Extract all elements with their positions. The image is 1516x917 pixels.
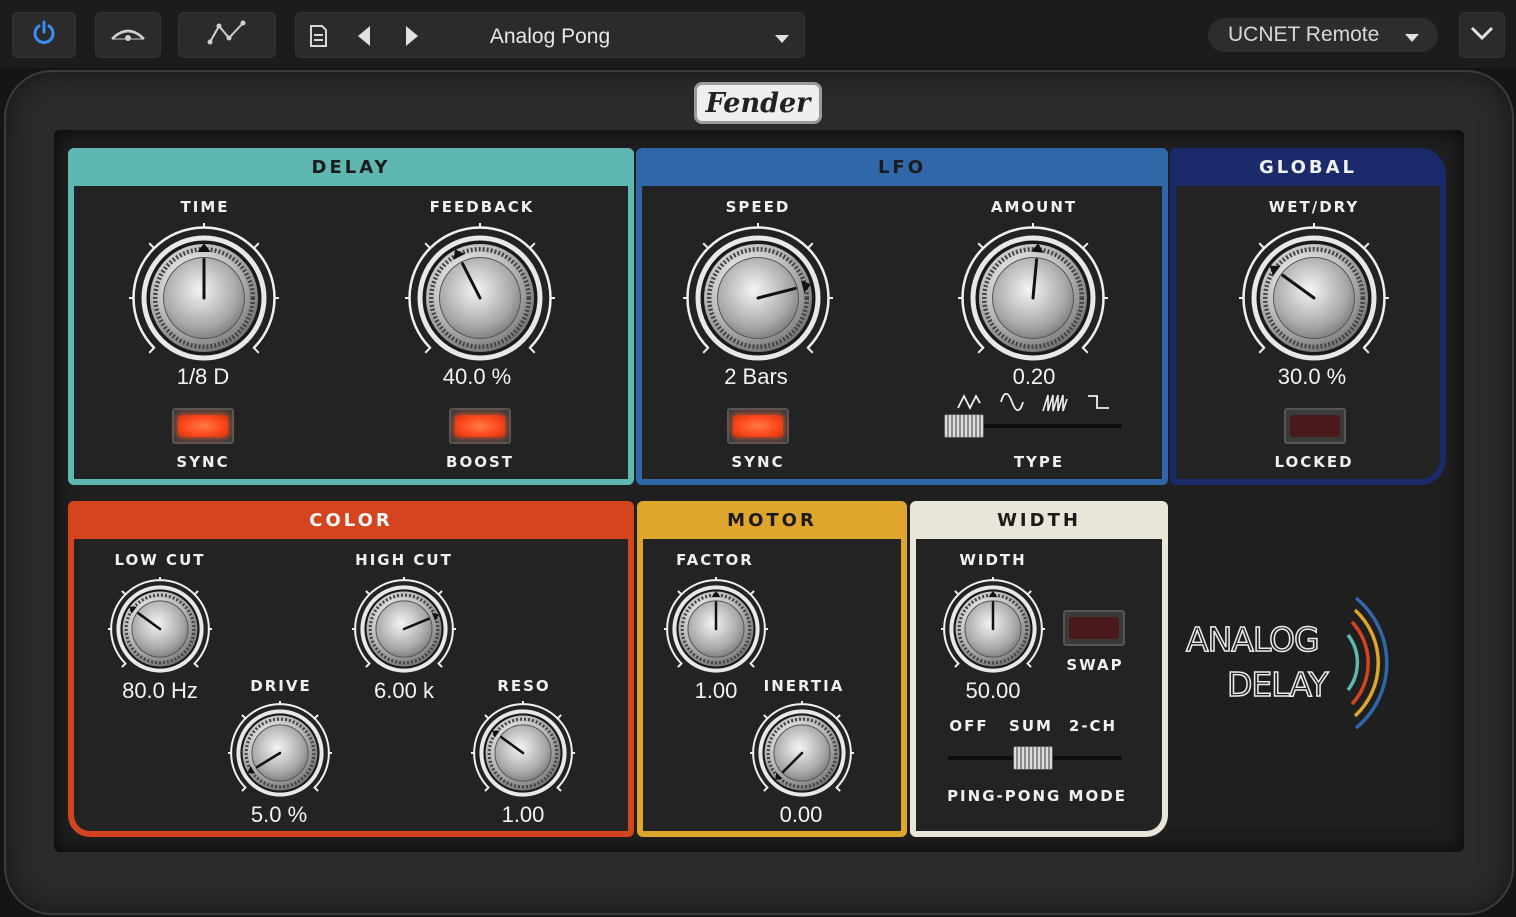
boost-toggle[interactable] [449, 408, 511, 444]
speed-label: SPEED [725, 198, 791, 216]
mode-option-off[interactable]: OFF [949, 717, 988, 735]
ping-pong-slider-thumb[interactable] [1013, 746, 1053, 770]
plugin-toolbar: Analog Pong UCNET Remote [0, 0, 1516, 68]
preset-selector[interactable]: Analog Pong [295, 12, 805, 58]
chevron-down-icon [1404, 30, 1420, 48]
triangle-wave-icon [957, 393, 981, 416]
factor-knob[interactable] [664, 577, 768, 681]
ping-pong-mode-label: PING-PONG MODE [947, 787, 1127, 805]
fender-badge: Fender [694, 82, 822, 124]
bypass-icon [110, 23, 146, 48]
factor-value: 1.00 [694, 678, 738, 703]
analog-delay-logo: ANALOG DELAY [1180, 580, 1450, 740]
time-knob[interactable] [129, 223, 279, 373]
locked-label: LOCKED [1274, 453, 1354, 471]
lfo-sync-label: SYNC [731, 453, 785, 471]
reso-knob[interactable] [471, 701, 575, 805]
logo-line1: ANALOG [1185, 619, 1320, 660]
drive-label: DRIVE [250, 677, 312, 695]
wet-dry-knob[interactable] [1239, 223, 1389, 373]
low-cut-label: LOW CUT [114, 551, 206, 569]
inertia-value: 0.00 [779, 802, 823, 827]
lfo-type-slider-thumb[interactable] [944, 414, 984, 438]
locked-toggle[interactable] [1284, 408, 1346, 444]
inertia-label: INERTIA [763, 677, 845, 695]
expand-button[interactable] [1459, 12, 1505, 58]
speed-knob[interactable] [683, 223, 833, 373]
wet-dry-value: 30.0 % [1277, 364, 1347, 389]
power-icon [31, 20, 57, 51]
width-knob[interactable] [941, 577, 1045, 681]
width-value: 50.00 [965, 678, 1021, 703]
reso-label: RESO [497, 677, 551, 695]
reso-value: 1.00 [501, 802, 545, 827]
width-section-title: WIDTH [997, 509, 1081, 531]
drive-value: 5.0 % [250, 802, 308, 827]
high-cut-label: HIGH CUT [355, 551, 453, 569]
amount-label: AMOUNT [990, 198, 1078, 216]
ucnet-remote-dropdown[interactable]: UCNET Remote [1208, 18, 1438, 52]
factor-label: FACTOR [676, 551, 754, 569]
feedback-knob[interactable] [405, 223, 555, 373]
width-label: WIDTH [959, 551, 1027, 569]
automation-button[interactable] [178, 12, 276, 58]
feedback-value: 40.0 % [442, 364, 512, 389]
logo-arcs [1346, 596, 1389, 730]
delay-sync-label: SYNC [176, 453, 230, 471]
expand-icon [1470, 26, 1494, 45]
preset-name: Analog Pong [489, 25, 611, 48]
time-value: 1/8 D [176, 364, 230, 389]
swap-label: SWAP [1066, 656, 1124, 674]
speed-value: 2 Bars [724, 364, 788, 389]
inertia-knob[interactable] [750, 701, 854, 805]
swap-toggle[interactable] [1063, 610, 1125, 646]
lfo-type-label: TYPE [1013, 453, 1065, 471]
lfo-sync-toggle[interactable] [727, 408, 789, 444]
amount-knob[interactable] [958, 223, 1108, 373]
mode-option-sum[interactable]: SUM [1009, 717, 1053, 735]
square-wave-icon [1087, 393, 1111, 416]
feedback-label: FEEDBACK [429, 198, 535, 216]
bypass-button[interactable] [95, 12, 161, 58]
motor-section-title: MOTOR [727, 509, 817, 531]
power-button[interactable] [12, 12, 76, 58]
saw-wave-icon [1042, 393, 1068, 418]
boost-label: BOOST [446, 453, 514, 471]
drive-knob[interactable] [228, 701, 332, 805]
automation-icon [207, 20, 247, 51]
logo-line2: DELAY [1226, 664, 1329, 705]
sine-wave-icon [1000, 392, 1024, 416]
time-label: TIME [180, 198, 230, 216]
wet-dry-label: WET/DRY [1268, 198, 1360, 216]
lfo-section-title: LFO [877, 156, 927, 178]
high-cut-knob[interactable] [352, 577, 456, 681]
low-cut-knob[interactable] [108, 577, 212, 681]
high-cut-value: 6.00 k [374, 678, 434, 703]
amount-value: 0.20 [1012, 364, 1056, 389]
remote-label: UCNET Remote [1228, 23, 1380, 46]
delay-sync-toggle[interactable] [172, 408, 234, 444]
color-section-title: COLOR [309, 509, 393, 531]
mode-option-2ch[interactable]: 2-CH [1069, 717, 1117, 735]
low-cut-value: 80.0 Hz [122, 678, 198, 703]
chevron-down-icon[interactable] [774, 31, 790, 49]
global-section-title: GLOBAL [1258, 156, 1358, 178]
delay-section-title: DELAY [311, 156, 391, 178]
